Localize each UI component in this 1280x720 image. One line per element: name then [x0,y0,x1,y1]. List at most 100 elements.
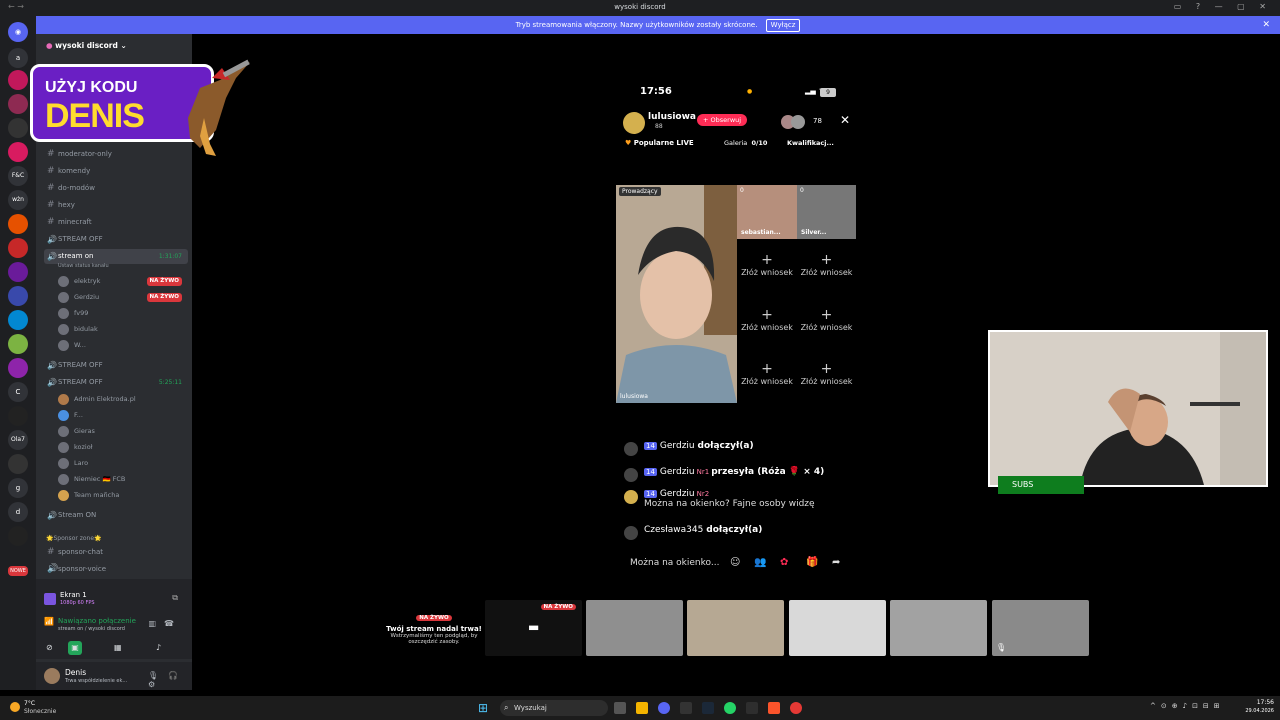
guild-icon[interactable]: Ola7 [8,430,28,450]
xbox-icon[interactable] [746,702,758,714]
voice-channel-stream-off[interactable]: 🔊 STREAM OFF [44,232,188,247]
voice-user[interactable]: elektryk NA ŻYWO [58,274,188,289]
voice-user[interactable]: Team mañcha [58,488,188,503]
request-slot[interactable]: + Złóż wniosek [737,307,797,337]
guild-icon[interactable]: F&C [8,166,28,186]
channel-status[interactable]: Ustaw status kanału [58,263,109,269]
participant-tile[interactable]: 🎙 [992,600,1089,656]
voice-user[interactable]: Laro [58,456,188,471]
voice-user[interactable]: F... [58,408,188,423]
emoji-icon[interactable]: ☺ [730,557,740,568]
channel-sponsor-chat[interactable]: # sponsor-chat [44,545,188,560]
participant-tile[interactable] [687,600,784,656]
weather-icon[interactable] [10,702,20,712]
taskbar-search[interactable]: ⌕ Wyszukaj [500,700,608,716]
guild-icon[interactable]: C [8,382,28,402]
own-stream-thumbnail[interactable]: NA ŻYWO ▬ [485,600,582,656]
participant-tile[interactable] [586,600,683,656]
obs-icon[interactable] [790,702,802,714]
host-avatar[interactable] [623,112,645,134]
channel-sponsor-voice[interactable]: 🔊 sponsor-voice [44,562,188,577]
screen-share-toggle-icon[interactable]: ▣ [68,641,82,655]
avatar[interactable] [44,668,60,684]
guild-icon[interactable] [8,238,28,258]
voice-user[interactable]: kozioł [58,440,188,455]
popout-icon[interactable]: ⧉ [172,593,178,603]
gift-icon[interactable]: 🎁 [806,557,818,568]
guild-icon[interactable]: g [8,478,28,498]
channel-komendy[interactable]: # komendy [44,164,188,179]
guild-icon[interactable]: d [8,502,28,522]
voice-user[interactable]: W... [58,338,188,353]
disable-streamer-mode-button[interactable]: Wyłącz [765,19,801,32]
follow-button[interactable]: + Obserwuj [697,114,748,126]
guild-icon[interactable] [8,286,28,306]
brave-icon[interactable] [768,702,780,714]
system-tray-icons[interactable]: ^⊙⊕♪⊡⊟⊞ [1150,702,1225,710]
guild-icon[interactable]: wżn [8,190,28,210]
guild-icon[interactable] [8,262,28,282]
share-icon[interactable]: ➦ [832,557,840,568]
request-slot[interactable]: + Złóż wniosek [737,361,797,391]
channel-hexy[interactable]: # hexy [44,198,188,213]
guild-icon[interactable]: a [8,48,28,68]
guild-icon[interactable] [8,334,28,354]
request-slot[interactable]: + Złóż wniosek [797,252,856,282]
chat-input[interactable]: Można na okienko... [630,558,719,568]
close-icon[interactable]: ✕ [840,113,850,127]
discord-home-icon[interactable]: ◉ [8,22,28,42]
guild-icon[interactable] [8,94,28,114]
user-controls[interactable]: 🎙🎧⚙ [148,671,192,689]
guest-video[interactable]: 0 Silver... [797,185,856,239]
guild-icon[interactable] [8,358,28,378]
rose-icon[interactable]: ✿ [780,557,788,568]
request-slot[interactable]: + Złóż wniosek [797,361,856,391]
voice-channel-stream-off[interactable]: 🔊 STREAM OFF [44,358,188,373]
voice-user[interactable]: Gerdziu NA ŻYWO [58,290,188,305]
voice-user[interactable]: bidulak [58,322,188,337]
channel-moderator-only[interactable]: # moderator-only [44,147,188,162]
disconnect-icon[interactable]: ▥☎ [148,619,182,628]
connection-status[interactable]: Nawiązano połączenie [58,617,136,625]
category-sponsor-zone[interactable]: 🌟Sponsor zone🌟 [44,531,188,546]
camera-icon[interactable]: ⊘ [46,643,53,652]
activities-icon[interactable]: ▦ [114,643,122,652]
task-view-icon[interactable] [614,702,626,714]
window-controls[interactable]: ▭ ? — ▢ ✕ [1174,2,1272,11]
participant-tile[interactable] [789,600,886,656]
guild-icon[interactable] [8,454,28,474]
start-icon[interactable]: ⊞ [478,701,488,715]
voice-user[interactable]: Admin Elektroda.pl [58,392,188,407]
file-explorer-icon[interactable] [636,702,648,714]
tab-gallery[interactable]: Galeria 0/10 [724,139,767,147]
guild-icon[interactable] [8,70,28,90]
guild-icon[interactable] [8,406,28,426]
discord-icon[interactable] [658,702,670,714]
tab-qualification[interactable]: Kwalifikacj... [787,139,834,147]
guests-icon[interactable]: 👥 [754,557,766,568]
channel-do-modow[interactable]: # do-modów [44,181,188,196]
guild-icon[interactable] [8,526,28,546]
steam-icon[interactable] [702,702,714,714]
voice-channel-stream-on[interactable]: 🔊 stream on 1:31:07 [44,249,188,264]
participant-tile[interactable] [890,600,987,656]
voice-user[interactable]: Gieras [58,424,188,439]
voice-user[interactable]: Niemiec 🇩🇪 FCB [58,472,188,487]
request-slot[interactable]: + Złóż wniosek [737,252,797,282]
request-slot[interactable]: + Złóż wniosek [797,307,856,337]
guest-video[interactable]: 0 sebastian... [737,185,797,239]
server-name[interactable]: ● wysoki discord ⌄ [46,41,127,50]
soundboard-icon[interactable]: ♪ [156,643,161,652]
voice-user[interactable]: fv99 [58,306,188,321]
guild-icon[interactable] [8,310,28,330]
tab-popular-live[interactable]: ♥ Popularne LIVE [625,139,694,147]
channel-minecraft[interactable]: # minecraft [44,215,188,230]
whatsapp-icon[interactable] [724,702,736,714]
voice-channel-stream-off[interactable]: 🔊 STREAM OFF 5:25:11 [44,375,188,390]
guild-icon[interactable] [8,118,28,138]
voice-channel-stream-on[interactable]: 🔊 Stream ON [44,508,188,523]
host-video[interactable]: Prowadzący lulusiowa [616,185,737,403]
guild-icon[interactable] [8,214,28,234]
close-icon[interactable]: ✕ [1262,16,1270,34]
app-icon[interactable] [680,702,692,714]
